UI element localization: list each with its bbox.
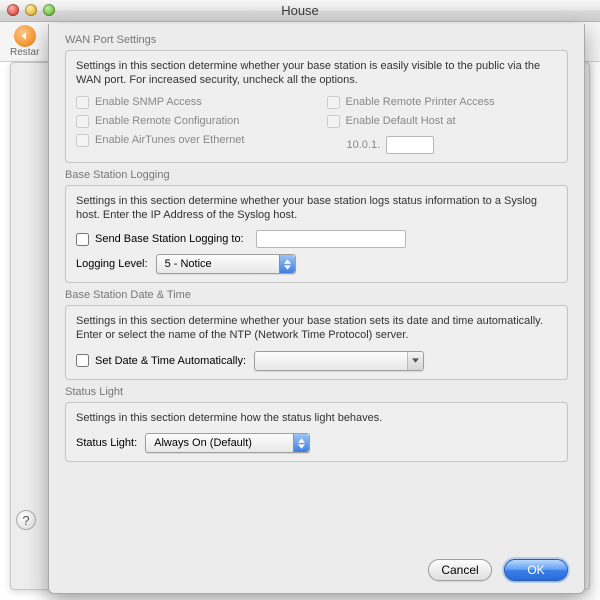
logging-desc: Settings in this section determine wheth… [76,194,557,223]
set-datetime-auto-input[interactable] [76,354,89,367]
set-datetime-auto-label: Set Date & Time Automatically: [95,355,246,367]
ntp-server-combo[interactable] [254,351,424,371]
enable-remote-config-label: Enable Remote Configuration [95,115,239,127]
cancel-button[interactable]: Cancel [428,559,492,581]
enable-snmp-input[interactable] [76,96,89,109]
set-datetime-auto-checkbox[interactable]: Set Date & Time Automatically: [76,354,246,367]
wan-section: WAN Port Settings Settings in this secti… [65,34,568,163]
default-host-ip-prefix: 10.0.1. [347,139,381,151]
logging-level-value: 5 - Notice [165,258,222,270]
sheet-footer: Cancel OK [65,549,568,581]
logging-level-label: Logging Level: [76,258,148,270]
popup-stepper-icon [279,255,295,273]
statuslight-box: Settings in this section determine how t… [65,402,568,462]
logging-box: Settings in this section determine wheth… [65,185,568,284]
combo-chevron-icon [407,352,423,370]
statuslight-row: Status Light: Always On (Default) [76,433,557,453]
send-logging-label: Send Base Station Logging to: [95,233,244,245]
back-button[interactable]: Restar [10,25,39,58]
default-host-ip-row: 10.0.1. [327,136,558,154]
cancel-button-label: Cancel [441,563,478,577]
help-button[interactable]: ? [16,510,36,530]
content-area: Restar ? WAN Port Settings Settings in t… [0,22,600,600]
enable-remote-printer-label: Enable Remote Printer Access [346,96,495,108]
enable-default-host-checkbox[interactable]: Enable Default Host at [327,115,558,128]
statuslight-desc: Settings in this section determine how t… [76,411,557,425]
enable-airtunes-label: Enable AirTunes over Ethernet [95,134,244,146]
settings-sheet: WAN Port Settings Settings in this secti… [48,24,585,594]
send-logging-input[interactable] [76,233,89,246]
enable-airtunes-checkbox[interactable]: Enable AirTunes over Ethernet [76,134,307,147]
wan-title: WAN Port Settings [65,34,568,46]
minimize-window-button[interactable] [25,4,37,16]
enable-default-host-input[interactable] [327,115,340,128]
statuslight-label: Status Light: [76,437,137,449]
logging-level-row: Logging Level: 5 - Notice [76,254,557,274]
help-icon: ? [22,513,29,528]
close-window-button[interactable] [7,4,19,16]
enable-remote-printer-checkbox[interactable]: Enable Remote Printer Access [327,96,558,109]
enable-remote-config-input[interactable] [76,115,89,128]
ok-button-label: OK [527,563,544,577]
statuslight-popup[interactable]: Always On (Default) [145,433,310,453]
datetime-desc: Settings in this section determine wheth… [76,314,557,343]
enable-snmp-checkbox[interactable]: Enable SNMP Access [76,96,307,109]
window-title: House [281,3,319,18]
logging-title: Base Station Logging [65,169,568,181]
syslog-host-field[interactable] [256,230,406,248]
send-logging-checkbox[interactable]: Send Base Station Logging to: [76,230,557,248]
enable-remote-printer-input[interactable] [327,96,340,109]
enable-remote-config-checkbox[interactable]: Enable Remote Configuration [76,115,307,128]
back-button-label: Restar [10,47,39,58]
enable-airtunes-input[interactable] [76,134,89,147]
logging-section: Base Station Logging Settings in this se… [65,169,568,284]
datetime-box: Settings in this section determine wheth… [65,305,568,380]
statuslight-section: Status Light Settings in this section de… [65,386,568,462]
datetime-title: Base Station Date & Time [65,289,568,301]
default-host-ip-field[interactable] [386,136,434,154]
logging-level-popup[interactable]: 5 - Notice [156,254,296,274]
ok-button[interactable]: OK [504,559,568,581]
zoom-window-button[interactable] [43,4,55,16]
enable-snmp-label: Enable SNMP Access [95,96,202,108]
popup-stepper-icon [293,434,309,452]
titlebar: House [0,0,600,22]
window-controls [7,4,55,16]
datetime-section: Base Station Date & Time Settings in thi… [65,289,568,380]
enable-default-host-label: Enable Default Host at [346,115,456,127]
back-arrow-icon [14,25,36,47]
wan-desc: Settings in this section determine wheth… [76,59,557,88]
wan-box: Settings in this section determine wheth… [65,50,568,163]
statuslight-title: Status Light [65,386,568,398]
statuslight-value: Always On (Default) [154,437,262,449]
